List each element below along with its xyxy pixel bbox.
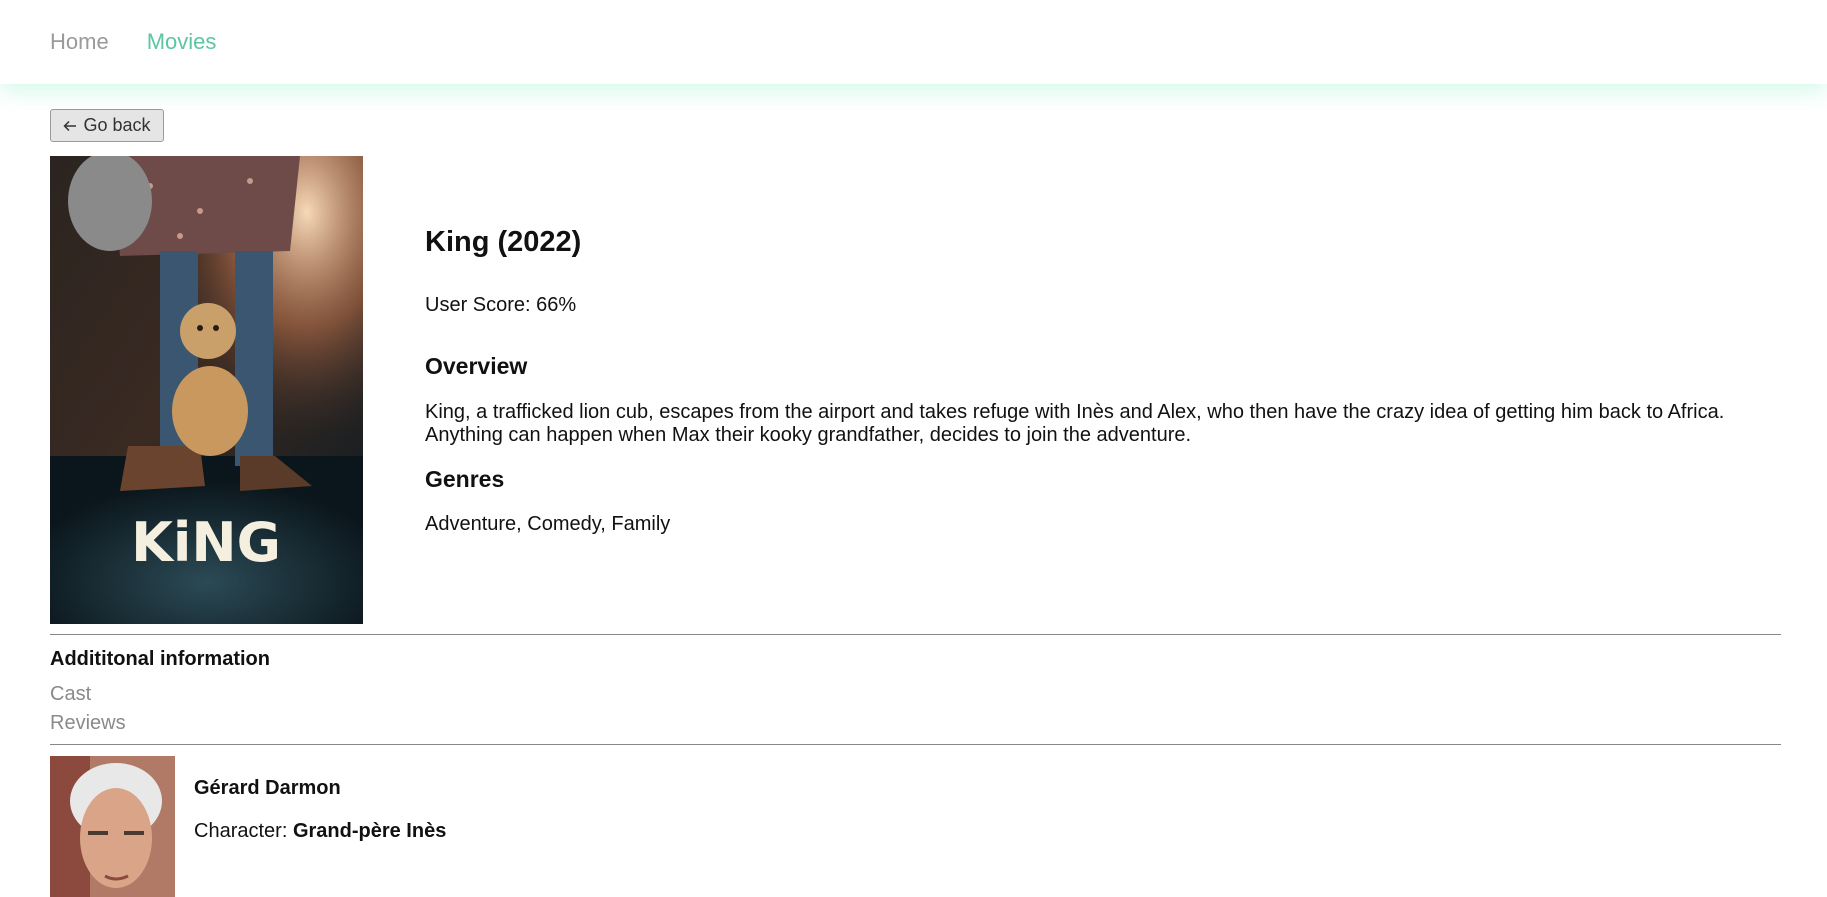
cast-photo — [50, 756, 175, 897]
overview-text: King, a trafficked lion cub, escapes fro… — [425, 401, 1725, 446]
movie-poster: KiNG — [50, 156, 363, 624]
user-score-label: User Score: — [425, 294, 537, 316]
cast-character: Character: Grand-père Inès — [194, 820, 446, 843]
user-score-value: 66% — [536, 294, 577, 316]
arrow-left-icon — [63, 120, 77, 131]
divider-top — [50, 634, 1781, 635]
reviews-link[interactable]: Reviews — [50, 712, 126, 735]
cast-link[interactable]: Cast — [50, 683, 91, 706]
go-back-label: Go back — [83, 115, 151, 135]
cast-character-label: Character: — [194, 820, 293, 842]
overview-heading: Overview — [425, 353, 528, 379]
cast-character-name: Grand-père Inès — [292, 820, 447, 842]
top-nav: Home Movies — [0, 0, 1827, 84]
divider-bottom — [50, 744, 1781, 745]
genres-text: Adventure, Comedy, Family — [425, 513, 671, 535]
movie-title: King (2022) — [425, 226, 582, 258]
go-back-button[interactable]: Go back — [50, 109, 164, 142]
additional-info-heading: Addititonal information — [50, 648, 270, 670]
genres-heading: Genres — [425, 466, 505, 492]
user-score: User Score: 66% — [425, 294, 576, 317]
nav-movies-link[interactable]: Movies — [147, 29, 217, 55]
poster-title-art: KiNG — [131, 511, 281, 574]
cast-name: Gérard Darmon — [194, 777, 341, 799]
nav-home-link[interactable]: Home — [50, 29, 109, 55]
